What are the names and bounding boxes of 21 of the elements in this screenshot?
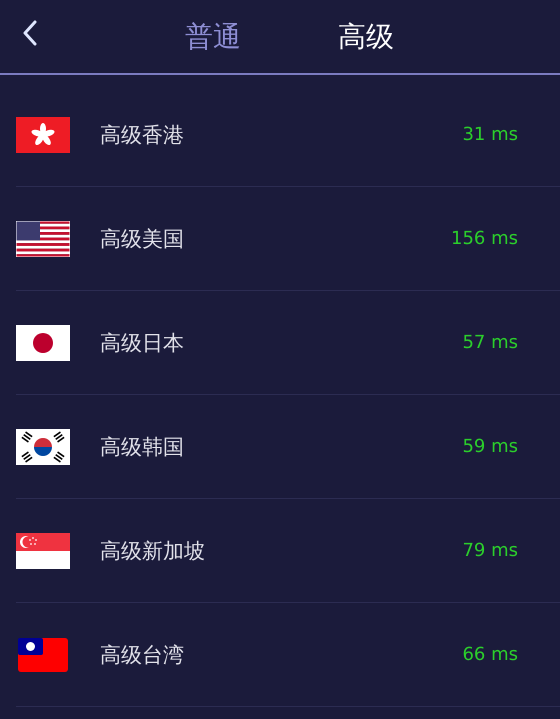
latency: 57 ms (461, 332, 518, 353)
tab[interactable]: 高级 (338, 18, 394, 56)
latency: 66 ms (461, 644, 518, 665)
latency: 31 ms (461, 124, 518, 145)
server-name[interactable]: 高级香港 (100, 120, 380, 148)
server-name[interactable]: 高级新加坡 (100, 536, 380, 564)
latency: 156 ms (450, 228, 518, 249)
tab[interactable]: 普通 (185, 18, 241, 56)
latency: 79 ms (461, 540, 518, 561)
flag-icon (16, 428, 70, 464)
flag-icon (16, 116, 70, 152)
latency: 59 ms (461, 436, 518, 457)
flag-icon (16, 220, 70, 256)
flag-icon (16, 324, 70, 360)
server-name[interactable]: 高级日本 (100, 328, 380, 356)
server-name[interactable]: 高级台湾 (100, 640, 380, 668)
flag-icon (16, 636, 70, 672)
chevron-left-icon (22, 20, 38, 46)
flag-icon (16, 532, 70, 568)
server-name[interactable]: 高级韩国 (100, 432, 380, 460)
server-name[interactable]: 高级美国 (100, 224, 380, 252)
